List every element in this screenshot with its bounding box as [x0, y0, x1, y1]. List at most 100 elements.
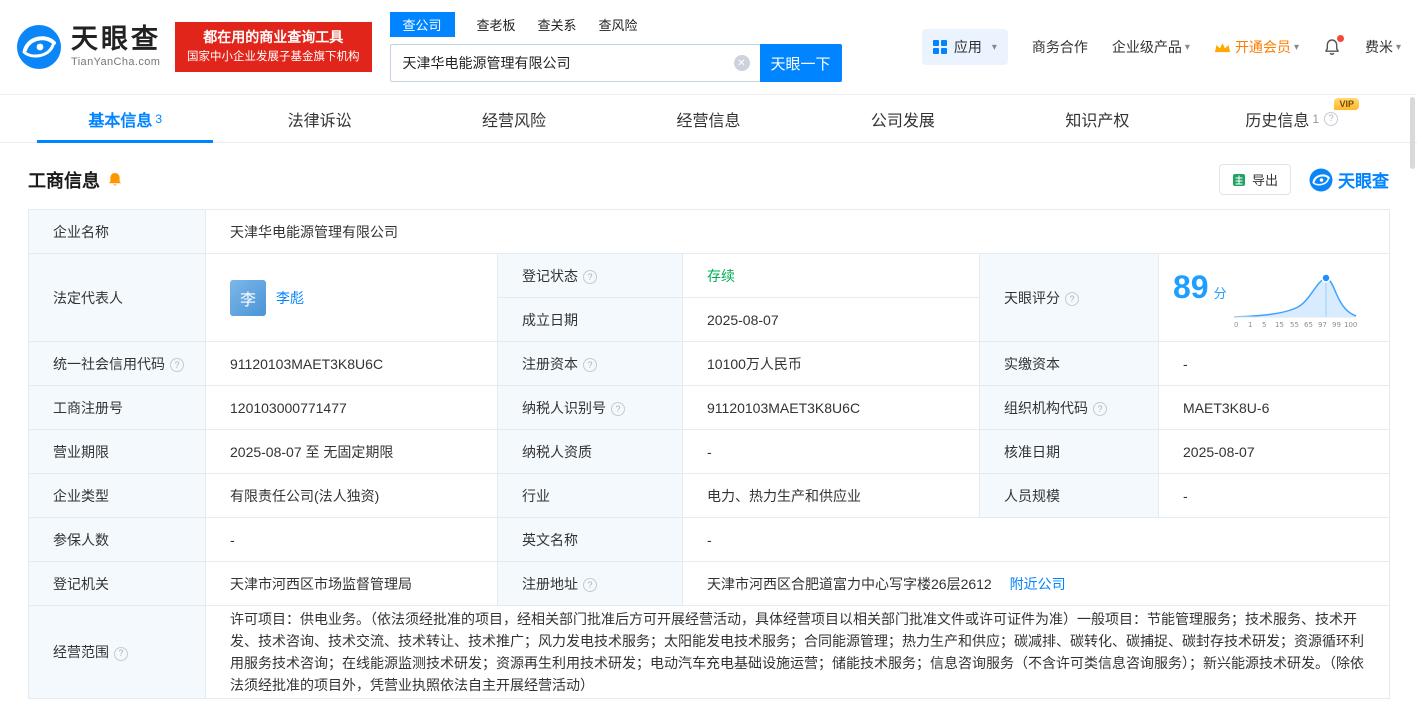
- search-tab-company[interactable]: 查公司: [389, 12, 455, 37]
- search-tab-relation[interactable]: 查关系: [538, 15, 577, 34]
- logo-subtitle: TianYanCha.com: [71, 56, 161, 68]
- export-label: 导出: [1251, 173, 1278, 188]
- tab-basic-info[interactable]: 基本信息 3: [28, 95, 222, 142]
- field-label-score: 天眼评分?: [979, 253, 1159, 342]
- field-label-taxpayer-quality: 纳税人资质: [497, 429, 683, 474]
- chevron-down-icon: ▾: [1184, 41, 1190, 53]
- svg-text:15: 15: [1275, 321, 1284, 329]
- field-value-paid-capital: -: [1157, 341, 1391, 386]
- crown-icon: [1214, 42, 1231, 52]
- logo-title: 天眼查: [71, 24, 161, 54]
- search-button[interactable]: 天眼一下: [759, 44, 842, 82]
- user-menu[interactable]: 费米 ▾: [1365, 37, 1401, 57]
- nav-enterprise-products[interactable]: 企业级产品 ▾: [1112, 37, 1190, 57]
- nearby-companies-link[interactable]: 附近公司: [1010, 576, 1066, 592]
- field-value-staff-size: -: [1157, 473, 1391, 518]
- legal-rep-link[interactable]: 李彪: [276, 288, 304, 308]
- scrollbar-thumb[interactable]: [1410, 97, 1415, 169]
- apps-grid-icon: [932, 40, 947, 54]
- table-row: 企业类型 有限责任公司(法人独资) 行业 电力、热力生产和供应业 人员规模 -: [28, 473, 1391, 518]
- help-icon[interactable]: ?: [611, 402, 625, 416]
- business-info-table: 企业名称 天津华电能源管理有限公司 法定代表人 李 李彪 登记状态? 存续 天眼…: [28, 209, 1391, 699]
- nav-business-cooperation[interactable]: 商务合作: [1032, 37, 1088, 57]
- field-value-term: 2025-08-07 至 无固定期限: [205, 429, 498, 474]
- clear-icon[interactable]: ✕: [733, 55, 750, 71]
- field-value-taxpayer-no: 91120103MAET3K8U6C: [682, 385, 980, 430]
- slogan-line-1: 都在用的商业查询工具: [203, 29, 344, 46]
- field-label-scope: 经营范围?: [28, 605, 206, 699]
- help-icon[interactable]: ?: [1065, 292, 1079, 306]
- search-input[interactable]: [389, 44, 760, 82]
- username-label: 费米: [1364, 39, 1393, 55]
- main-tabbar: 基本信息 3 法律诉讼 经营风险 经营信息 公司发展 知识产权 VIP 历史信息…: [0, 95, 1417, 143]
- tyc-logo-icon: [17, 25, 61, 69]
- tab-operating-risk[interactable]: 经营风险: [417, 95, 611, 142]
- table-row: 工商注册号 120103000771477 纳税人识别号? 91120103MA…: [28, 385, 1391, 430]
- tab-legal-proceedings[interactable]: 法律诉讼: [222, 95, 416, 142]
- help-icon[interactable]: ?: [114, 646, 128, 661]
- brand-logo-text: 天眼查: [1338, 172, 1389, 191]
- table-row: 参保人数 - 英文名称 -: [28, 517, 1391, 562]
- svg-text:99: 99: [1332, 321, 1341, 329]
- export-button[interactable]: 导出: [1218, 164, 1291, 195]
- brand-watermark[interactable]: 天眼查: [1309, 167, 1389, 192]
- field-value-establish-date: 2025-08-07: [682, 297, 980, 342]
- field-value-taxpayer-quality: -: [682, 429, 980, 474]
- tyc-logo[interactable]: 天眼查 TianYanCha.com: [16, 24, 161, 70]
- field-label-reg-no: 工商注册号: [28, 385, 206, 430]
- business-registration-section-header: 工商信息 导出 天眼查: [0, 143, 1417, 209]
- help-icon[interactable]: ?: [170, 358, 184, 372]
- tab-history-info[interactable]: VIP 历史信息 1 ?: [1195, 95, 1389, 142]
- membership-label: 开通会员: [1234, 39, 1291, 55]
- help-icon[interactable]: ?: [583, 358, 597, 372]
- help-icon[interactable]: ?: [1324, 111, 1339, 126]
- field-label-credit-code: 统一社会信用代码?: [28, 341, 206, 386]
- table-row: 统一社会信用代码? 91120103MAET3K8U6C 注册资本? 10100…: [28, 341, 1391, 386]
- table-row: 企业名称 天津华电能源管理有限公司: [28, 209, 1391, 254]
- svg-text:5: 5: [1262, 321, 1266, 329]
- table-row: 登记机关 天津市河西区市场监督管理局 注册地址? 天津市河西区合肥道富力中心写字…: [28, 561, 1391, 606]
- field-label-address: 注册地址?: [497, 561, 683, 606]
- field-label-company-name: 企业名称: [28, 209, 206, 254]
- field-label-approval-date: 核准日期: [979, 429, 1159, 474]
- score-value: 89: [1173, 268, 1209, 305]
- field-label-paid-capital: 实缴资本: [979, 341, 1159, 386]
- field-value-legal-rep: 李 李彪: [205, 253, 498, 342]
- field-label-taxpayer-no: 纳税人识别号?: [497, 385, 683, 430]
- alert-bell-icon[interactable]: [107, 172, 123, 188]
- search-tab-boss[interactable]: 查老板: [477, 15, 516, 34]
- cooperation-label: 商务合作: [1031, 39, 1088, 55]
- field-label-english-name: 英文名称: [497, 517, 683, 562]
- tab-business-info[interactable]: 经营信息: [611, 95, 805, 142]
- apps-menu-button[interactable]: 应用 ▾: [921, 29, 1008, 65]
- tab-legal-label: 法律诉讼: [287, 112, 352, 130]
- field-label-company-type: 企业类型: [28, 473, 206, 518]
- field-value-company-name: 天津华电能源管理有限公司: [204, 209, 1391, 254]
- field-value-english-name: -: [681, 517, 1391, 562]
- field-value-address: 天津市河西区合肥道富力中心写字楼26层2612 附近公司: [681, 561, 1391, 606]
- field-value-authority: 天津市河西区市场监督管理局: [205, 561, 498, 606]
- search-tabs: 查公司 查老板 查关系 查风险: [389, 12, 842, 37]
- field-value-scope: 许可项目：供电业务。（依法须经批准的项目，经相关部门批准后方可开展经营活动，具体…: [204, 605, 1391, 699]
- help-icon[interactable]: ?: [1093, 402, 1107, 416]
- table-row: 经营范围? 许可项目：供电业务。（依法须经批准的项目，经相关部门批准后方可开展经…: [28, 605, 1391, 699]
- field-value-approval-date: 2025-08-07: [1157, 429, 1391, 474]
- brand-logo-icon: [1309, 168, 1333, 191]
- field-value-insured: -: [205, 517, 498, 562]
- help-icon[interactable]: ?: [583, 578, 597, 592]
- tab-development-label: 公司发展: [870, 112, 935, 130]
- help-icon[interactable]: ?: [583, 270, 597, 284]
- legal-rep-avatar[interactable]: 李: [230, 279, 266, 316]
- tab-history-count: 1: [1312, 111, 1320, 126]
- field-value-industry: 电力、热力生产和供应业: [682, 473, 980, 518]
- logo-text: 天眼查 TianYanCha.com: [71, 24, 161, 69]
- notification-dot: [1336, 35, 1344, 42]
- chevron-down-icon: ▾: [991, 41, 997, 53]
- svg-text:0: 0: [1234, 321, 1238, 329]
- notification-bell-icon[interactable]: [1323, 35, 1344, 56]
- nav-open-membership[interactable]: 开通会员 ▾: [1214, 37, 1299, 57]
- tab-intellectual-property[interactable]: 知识产权: [1000, 95, 1194, 142]
- search-tab-risk[interactable]: 查风险: [599, 15, 638, 34]
- table-row: 法定代表人 李 李彪 登记状态? 存续 天眼评分? 89 分 0 1 5 15 …: [28, 253, 1391, 342]
- tab-company-development[interactable]: 公司发展: [806, 95, 1000, 142]
